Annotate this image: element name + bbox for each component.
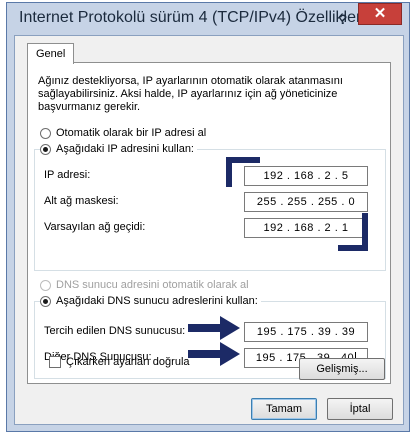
subnet-mask-label: Alt ağ maskesi: xyxy=(44,195,119,207)
tab-panel-genel: Ağınız destekliyorsa, IP ayarlarının oto… xyxy=(27,62,391,384)
title-bar: Internet Protokolü sürüm 4 (TCP/IPv4) Öz… xyxy=(7,3,409,37)
window-title: Internet Protokolü sürüm 4 (TCP/IPv4) Öz… xyxy=(19,9,365,26)
annotation-bracket-left xyxy=(226,157,232,187)
validate-on-exit[interactable]: Çıkarken ayarları doğrula xyxy=(49,356,190,368)
ip-address-input[interactable]: 192 . 168 . 2 . 5 xyxy=(244,166,368,186)
preferred-dns-label: Tercih edilen DNS sunucusu: xyxy=(44,325,186,337)
radio-manual-dns-label: Aşağıdaki DNS sunucu adreslerini kullan: xyxy=(56,295,258,307)
arrow-right-icon xyxy=(188,342,240,366)
dialog-window: Internet Protokolü sürüm 4 (TCP/IPv4) Öz… xyxy=(6,2,410,432)
radio-auto-dns[interactable]: DNS sunucu adresini otomatik olarak al xyxy=(40,279,252,291)
cancel-button[interactable]: İptal xyxy=(327,398,393,420)
default-gateway-label: Varsayılan ağ geçidi: xyxy=(44,221,146,233)
annotation-bracket-bottom xyxy=(338,245,368,251)
description-text: Ağınız destekliyorsa, IP ayarlarının oto… xyxy=(38,75,343,113)
validate-on-exit-label: Çıkarken ayarları doğrula xyxy=(66,356,190,368)
help-button[interactable]: ? xyxy=(334,9,352,29)
radio-manual-ip-label: Aşağıdaki IP adresini kullan: xyxy=(56,143,194,155)
tab-genel[interactable]: Genel xyxy=(27,43,75,64)
radio-manual-dns[interactable]: Aşağıdaki DNS sunucu adreslerini kullan: xyxy=(40,295,261,307)
radio-manual-ip[interactable]: Aşağıdaki IP adresini kullan: xyxy=(40,143,197,155)
radio-auto-dns-circle[interactable] xyxy=(40,279,51,291)
preferred-dns-input[interactable]: 195 . 175 . 39 . 39 xyxy=(244,322,368,342)
radio-manual-ip-circle[interactable] xyxy=(40,143,51,155)
radio-auto-dns-label: DNS sunucu adresini otomatik olarak al xyxy=(56,279,249,291)
dialog-client-area: Genel Ağınız destekliyorsa, IP ayarların… xyxy=(14,35,404,425)
close-button[interactable]: ✕ xyxy=(358,3,402,25)
radio-auto-ip-circle[interactable] xyxy=(40,127,51,139)
radio-auto-ip[interactable]: Otomatik olarak bir IP adresi al xyxy=(40,127,210,139)
default-gateway-input[interactable]: 192 . 168 . 2 . 1 xyxy=(244,218,368,238)
radio-manual-dns-circle[interactable] xyxy=(40,295,51,307)
radio-auto-ip-label: Otomatik olarak bir IP adresi al xyxy=(56,127,207,139)
arrow-right-icon xyxy=(188,316,240,340)
validate-on-exit-checkbox[interactable] xyxy=(49,356,61,368)
subnet-mask-input[interactable]: 255 . 255 . 255 . 0 xyxy=(244,192,368,212)
advanced-button[interactable]: Gelişmiş... xyxy=(299,358,385,380)
ip-address-label: IP adresi: xyxy=(44,169,91,181)
ok-button[interactable]: Tamam xyxy=(251,398,317,420)
